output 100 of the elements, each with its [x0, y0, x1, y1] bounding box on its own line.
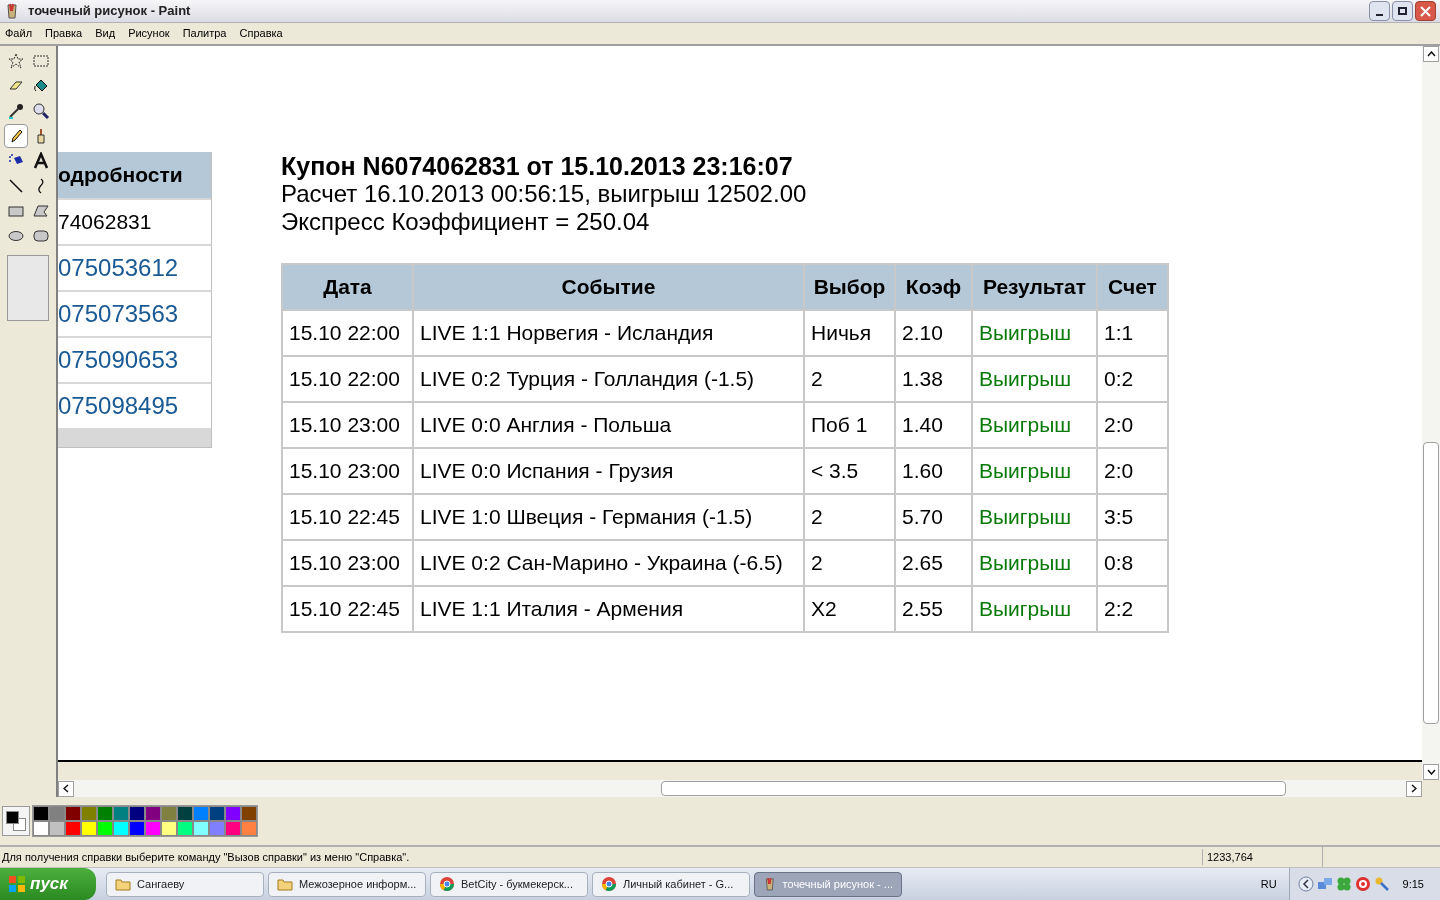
status-help-text: Для получения справки выберите команду "Вызов справки" из меню "Справка".: [1, 849, 411, 865]
palette-color[interactable]: [49, 806, 65, 821]
table-cell: < 3.5: [804, 448, 895, 494]
palette-color[interactable]: [33, 821, 49, 836]
menu-item[interactable]: Палитра: [181, 25, 228, 42]
table-cell: 2:2: [1097, 586, 1168, 632]
table-cell: Поб 1: [804, 402, 895, 448]
palette-color[interactable]: [113, 806, 129, 821]
palette-color[interactable]: [241, 806, 257, 821]
palette-color[interactable]: [97, 821, 113, 836]
table-cell: 0:2: [1097, 356, 1168, 402]
palette-color[interactable]: [49, 821, 65, 836]
palette-color[interactable]: [145, 821, 161, 836]
close-button[interactable]: [1415, 1, 1436, 21]
table-cell: 5.70: [895, 494, 972, 540]
palette-color[interactable]: [225, 821, 241, 836]
key-icon[interactable]: [1373, 876, 1390, 892]
palette-color[interactable]: [65, 821, 81, 836]
table-cell: 15.10 23:00: [282, 448, 413, 494]
table-cell: LIVE 0:0 Англия - Польша: [413, 402, 804, 448]
table-cell: LIVE 0:2 Сан-Марино - Украина (-6.5): [413, 540, 804, 586]
table-cell: 1.38: [895, 356, 972, 402]
palette-color[interactable]: [161, 806, 177, 821]
clover-icon[interactable]: [1335, 876, 1352, 892]
palette-color[interactable]: [161, 821, 177, 836]
table-cell: 15.10 23:00: [282, 402, 413, 448]
table-cell: 2.65: [895, 540, 972, 586]
palette-color[interactable]: [81, 821, 97, 836]
coupon-title: Купон N6074062831 от 15.10.2013 23:16:07: [281, 152, 794, 180]
palette-color[interactable]: [113, 821, 129, 836]
folder-icon: [115, 877, 131, 891]
table-cell: Выигрыш: [972, 310, 1097, 356]
column-header: Дата: [282, 264, 413, 310]
free-select-icon: [6, 52, 25, 70]
table-cell: 3:5: [1097, 494, 1168, 540]
taskbar-button[interactable]: Сангаеву: [106, 871, 264, 897]
folder-icon: [277, 877, 293, 891]
polygon-icon: [31, 202, 50, 220]
palette-color[interactable]: [209, 806, 225, 821]
palette-color[interactable]: [209, 821, 225, 836]
palette-color[interactable]: [193, 806, 209, 821]
vertical-scrollbar[interactable]: [1422, 46, 1440, 780]
palette-color[interactable]: [129, 821, 145, 836]
table-cell: Ничья: [804, 310, 895, 356]
table-cell: LIVE 1:1 Норвегия - Исландия: [413, 310, 804, 356]
table-cell: 1:1: [1097, 310, 1168, 356]
menu-item[interactable]: Рисунок: [127, 25, 171, 42]
table-cell: 1.60: [895, 448, 972, 494]
paint-app-icon: [4, 3, 20, 19]
table-cell: 15.10 23:00: [282, 540, 413, 586]
menu-item[interactable]: Файл: [4, 25, 34, 42]
palette-color[interactable]: [177, 821, 193, 836]
palette-color[interactable]: [65, 806, 81, 821]
menu-item[interactable]: Справка: [238, 25, 284, 42]
table-cell: Выигрыш: [972, 494, 1097, 540]
column-header: Коэф: [895, 264, 972, 310]
menu-item[interactable]: Вид: [94, 25, 117, 42]
tool-button[interactable]: [3, 124, 28, 148]
chevron-left-icon[interactable]: [1297, 876, 1314, 892]
table-cell: 075090653: [58, 338, 211, 382]
table-cell: 2.55: [895, 586, 972, 632]
start-button[interactable]: пуск: [0, 868, 96, 900]
table-cell: 075053612: [58, 246, 211, 290]
express-text: Экспресс Коэффициент = 250.04: [281, 208, 651, 236]
palette-color[interactable]: [193, 821, 209, 836]
rectangle-select-icon: [31, 52, 50, 70]
palette-color[interactable]: [129, 806, 145, 821]
horizontal-scrollbar[interactable]: [58, 780, 1422, 797]
scroll-down-icon: [1426, 769, 1436, 775]
window-title: точечный рисунок - Paint: [28, 2, 191, 21]
taskbar-button[interactable]: Личный кабинет - G...: [592, 871, 750, 897]
column-header: Счет: [1097, 264, 1168, 310]
table-cell: 74062831: [58, 200, 211, 244]
table-cell: 2:0: [1097, 402, 1168, 448]
taskbar-button[interactable]: BetCity - букмекерск...: [430, 871, 588, 897]
magnifier-icon: [31, 102, 50, 120]
palette-color[interactable]: [225, 806, 241, 821]
close-icon: [1420, 5, 1431, 17]
table-cell: 1.40: [895, 402, 972, 448]
palette-color[interactable]: [33, 806, 49, 821]
palette-color[interactable]: [241, 821, 257, 836]
minimize-button[interactable]: [1369, 1, 1390, 21]
table-cell: 15.10 22:45: [282, 494, 413, 540]
table-cell: 2: [804, 494, 895, 540]
palette-color[interactable]: [177, 806, 193, 821]
maximize-button[interactable]: [1392, 1, 1413, 21]
settlement-text: Расчет 16.10.2013 00:56:15, выигрыш 12502.00: [281, 180, 808, 208]
palette-color[interactable]: [81, 806, 97, 821]
windows-flag-icon: [8, 875, 26, 893]
target-icon[interactable]: [1354, 876, 1371, 892]
palette-color[interactable]: [97, 806, 113, 821]
table-cell: 2: [804, 356, 895, 402]
menu-item[interactable]: Правка: [44, 25, 84, 42]
browser-icon: [439, 876, 455, 892]
palette-color[interactable]: [145, 806, 161, 821]
taskbar-button[interactable]: Межозерное информ...: [268, 871, 426, 897]
language-indicator[interactable]: RU: [1260, 875, 1277, 893]
table-cell: Выигрыш: [972, 586, 1097, 632]
current-colors-icon[interactable]: [6, 811, 26, 831]
clock: 9:15: [1402, 876, 1424, 892]
